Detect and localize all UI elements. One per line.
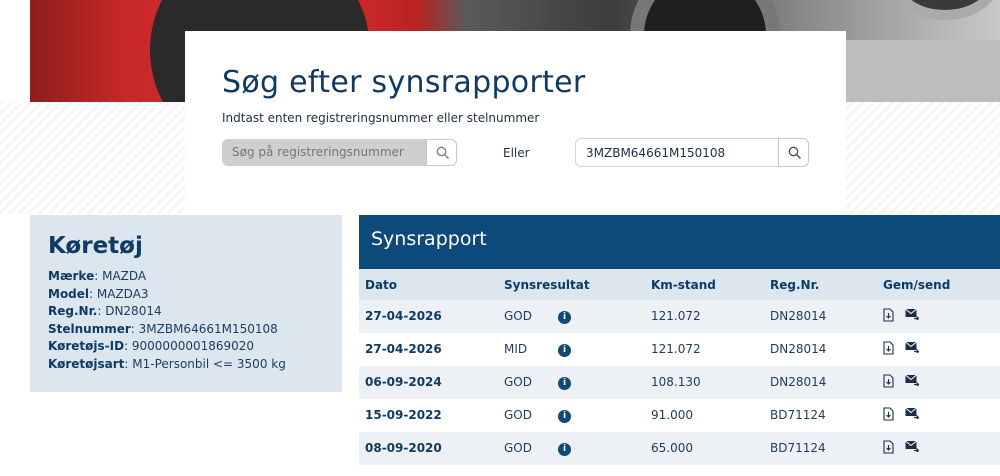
vehicle-field-vin: Stelnummer: 3MZBM64661M150108 <box>48 321 278 336</box>
row-reg: DN28014 <box>770 309 827 323</box>
column-km: Km-stand <box>651 278 716 292</box>
row-date: 27-04-2026 <box>365 342 442 356</box>
send-mail-icon[interactable] <box>905 440 920 455</box>
table-row: 27-04-2026 MID i 121.072 DN28014 <box>359 333 1000 366</box>
field-label: Køretøjsart <box>48 356 125 371</box>
vehicle-field-reg: Reg.Nr.: DN28014 <box>48 304 162 319</box>
row-km: 121.072 <box>651 342 701 356</box>
vehicle-field-make: Mærke: MAZDA <box>48 269 147 283</box>
magnifier-icon <box>788 146 801 159</box>
table-row: 08-09-2020 GOD i 65.000 BD71124 <box>359 432 1000 465</box>
car-wheel-shape <box>890 0 1000 20</box>
field-label: Reg.Nr. <box>48 304 98 319</box>
info-icon[interactable]: i <box>558 377 571 390</box>
column-date: Dato <box>365 278 398 292</box>
page-title: Søg efter synsrapporter <box>222 65 586 100</box>
row-km: 91.000 <box>651 408 693 422</box>
table-row: 06-09-2024 GOD i 108.130 DN28014 <box>359 366 1000 399</box>
report-header: Synsrapport <box>359 215 1000 269</box>
vehicle-field-model: Model: MAZDA3 <box>48 286 149 301</box>
info-icon[interactable]: i <box>558 311 571 324</box>
row-reg: DN28014 <box>770 375 827 389</box>
field-label: Køretøjs-ID <box>48 339 125 354</box>
row-result: GOD <box>504 375 532 389</box>
send-mail-icon[interactable] <box>905 374 920 389</box>
vehicle-panel: Køretøj Mærke: MAZDA Model: MAZDA3 Reg.N… <box>30 215 342 392</box>
info-icon[interactable]: i <box>558 410 571 423</box>
row-km: 121.072 <box>651 309 701 323</box>
registration-search-button[interactable] <box>426 139 457 166</box>
info-icon[interactable]: i <box>558 443 571 456</box>
field-label: Model <box>48 286 90 301</box>
field-value: 3MZBM64661M150108 <box>138 321 278 336</box>
row-reg: DN28014 <box>770 342 827 356</box>
field-value: MAZDA3 <box>96 286 149 301</box>
row-date: 27-04-2026 <box>365 309 442 323</box>
registration-search-input[interactable] <box>222 139 426 166</box>
download-icon[interactable] <box>883 308 894 325</box>
download-icon[interactable] <box>883 407 894 424</box>
vehicle-field-id: Køretøjs-ID: 9000000001869020 <box>48 339 255 354</box>
road-shape <box>846 40 1000 102</box>
field-value: 9000000001869020 <box>131 339 255 354</box>
vin-search-input[interactable] <box>575 138 779 167</box>
vehicle-details: Mærke: MAZDA Model: MAZDA3 Reg.Nr.: DN28… <box>48 268 286 374</box>
row-date: 06-09-2024 <box>365 375 442 389</box>
row-reg: BD71124 <box>770 408 826 422</box>
field-label: Mærke <box>48 269 95 283</box>
row-km: 65.000 <box>651 441 693 455</box>
field-value: DN28014 <box>105 304 162 319</box>
download-icon[interactable] <box>883 341 894 358</box>
send-mail-icon[interactable] <box>905 407 920 422</box>
info-icon[interactable]: i <box>558 344 571 357</box>
download-icon[interactable] <box>883 374 894 391</box>
row-result: GOD <box>504 408 532 422</box>
send-mail-icon[interactable] <box>905 308 920 323</box>
field-label: Stelnummer <box>48 321 131 336</box>
report-section: Synsrapport Dato Synsresultat Km-stand R… <box>359 215 1000 476</box>
row-result: GOD <box>504 309 532 323</box>
table-row: 27-04-2026 GOD i 121.072 DN28014 <box>359 300 1000 333</box>
report-title: Synsrapport <box>371 228 487 250</box>
row-reg: BD71124 <box>770 441 826 455</box>
table-row: 15-09-2022 GOD i 91.000 BD71124 <box>359 399 1000 432</box>
vehicle-title: Køretøj <box>48 233 143 259</box>
row-date: 15-09-2022 <box>365 408 442 422</box>
search-subtitle: Indtast enten registreringsnummer eller … <box>222 111 540 125</box>
or-label: Eller <box>503 146 530 160</box>
column-save-send: Gem/send <box>883 278 951 292</box>
table-header: Dato Synsresultat Km-stand Reg.Nr. Gem/s… <box>359 269 1000 300</box>
row-date: 08-09-2020 <box>365 441 442 455</box>
column-result: Synsresultat <box>504 278 590 292</box>
vin-search-button[interactable] <box>778 138 809 167</box>
row-km: 108.130 <box>651 375 701 389</box>
field-value: MAZDA <box>102 269 147 283</box>
column-reg: Reg.Nr. <box>770 278 820 292</box>
download-icon[interactable] <box>883 440 894 457</box>
send-mail-icon[interactable] <box>905 341 920 356</box>
magnifier-icon <box>436 146 449 159</box>
row-result: GOD <box>504 441 532 455</box>
field-value: M1-Personbil <= 3500 kg <box>132 356 286 371</box>
row-result: MID <box>504 342 528 356</box>
search-card: Søg efter synsrapporter Indtast enten re… <box>185 31 846 214</box>
vehicle-field-type: Køretøjsart: M1-Personbil <= 3500 kg <box>48 356 286 371</box>
